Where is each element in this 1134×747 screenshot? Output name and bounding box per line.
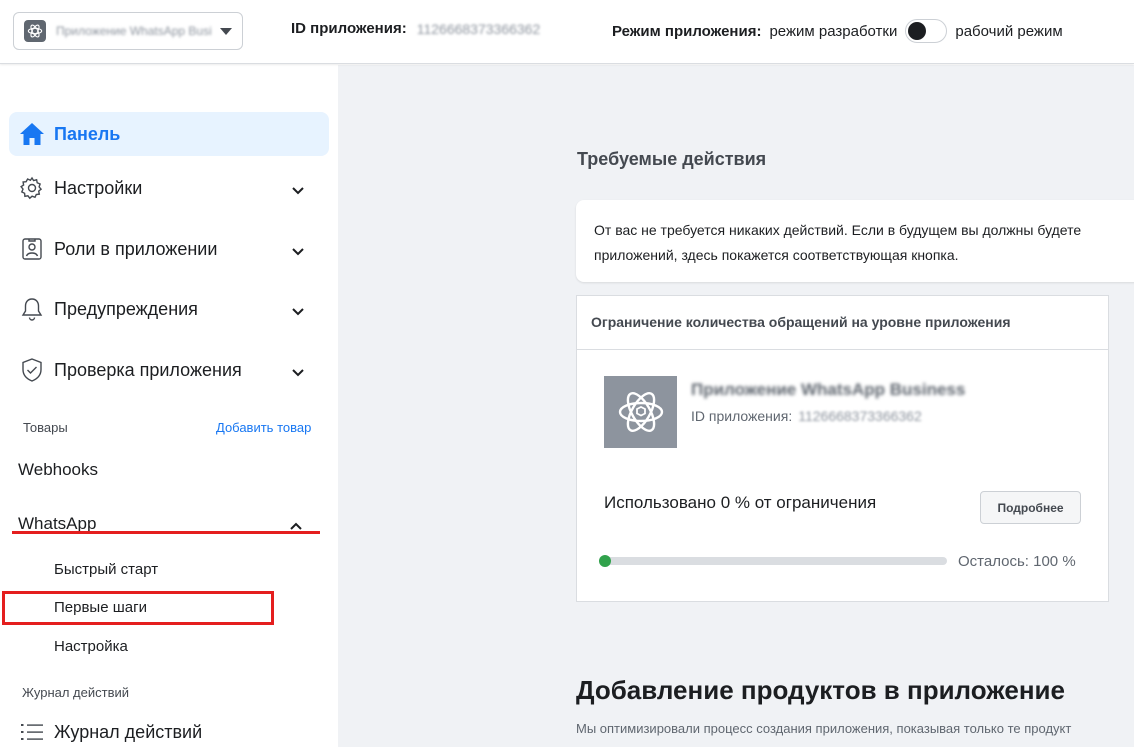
- app-selector[interactable]: Приложение WhatsApp Business: [13, 12, 243, 50]
- activity-section-label: Журнал действий: [22, 685, 130, 700]
- app-id-display: ID приложения: 1126668373366362: [291, 20, 540, 37]
- rate-limit-card: Ограничение количества обращений на уров…: [576, 295, 1109, 602]
- sidebar-item-activity-log[interactable]: Журнал действий: [9, 710, 329, 747]
- chevron-down-icon: [291, 241, 305, 262]
- add-product-link[interactable]: Добавить товар: [216, 420, 311, 435]
- sidebar: Панель Настройки Роли в приложении Преду…: [0, 65, 338, 747]
- caret-down-icon: [220, 27, 232, 35]
- products-section-label: Товары: [23, 420, 68, 435]
- list-icon: [19, 719, 45, 745]
- sidebar-item-webhooks[interactable]: Webhooks: [18, 460, 98, 480]
- add-products-title: Добавление продуктов в приложение: [576, 675, 1065, 705]
- notice-line-2: приложений, здесь покажется соответствую…: [594, 247, 959, 263]
- chevron-down-icon: [291, 180, 305, 201]
- usage-progress-bar: [599, 555, 947, 567]
- person-card-icon: [19, 236, 45, 262]
- toggle-knob: [908, 22, 927, 40]
- annotation-underline: [12, 531, 320, 534]
- mode-toggle[interactable]: [905, 19, 948, 43]
- home-icon: [19, 121, 45, 147]
- sidebar-item-settings[interactable]: Настройки: [9, 166, 329, 210]
- sidebar-subitem-configuration[interactable]: Настройка: [54, 638, 128, 655]
- sidebar-subitem-quick-start[interactable]: Быстрый старт: [54, 561, 158, 578]
- mode-dev-label: режим разработки: [769, 22, 898, 40]
- notice-line-1: От вас не требуется никаких действий. Ес…: [594, 222, 1082, 238]
- rate-limit-header: Ограничение количества обращений на уров…: [577, 296, 1108, 350]
- sidebar-item-label: Роли в приложении: [54, 238, 218, 259]
- card-app-id-label: ID приложения:: [691, 408, 793, 424]
- sidebar-item-label: Панель: [54, 123, 121, 144]
- app-name: Приложение WhatsApp Business: [691, 380, 966, 399]
- sidebar-item-label: Проверка приложения: [54, 359, 242, 380]
- mode-live-label: рабочий режим: [955, 22, 1063, 40]
- chevron-down-icon: [291, 301, 305, 322]
- usage-text: Использовано 0 % от ограничения: [604, 493, 877, 512]
- sidebar-item-label: Журнал действий: [54, 721, 203, 742]
- required-actions-title: Требуемые действия: [577, 149, 767, 169]
- sidebar-item-dashboard[interactable]: Панель: [9, 112, 329, 156]
- sidebar-item-label: Настройки: [54, 177, 143, 198]
- sidebar-item-label: Предупреждения: [54, 298, 198, 319]
- required-actions-notice: От вас не требуется никаких действий. Ес…: [576, 200, 1134, 282]
- app-id-row: ID приложения: 1126668373366362: [691, 408, 922, 424]
- app-id-value: 1126668373366362: [416, 20, 541, 37]
- progress-indicator: [599, 555, 611, 567]
- chevron-down-icon: [291, 362, 305, 383]
- app-mode-label: Режим приложения:: [612, 22, 762, 40]
- sidebar-item-roles[interactable]: Роли в приложении: [9, 227, 329, 271]
- gear-icon: [19, 175, 45, 201]
- bell-icon: [19, 296, 45, 322]
- app-selector-name: Приложение WhatsApp Business: [56, 24, 212, 38]
- card-app-id-value: 1126668373366362: [798, 408, 922, 424]
- app-mode: Режим приложения: режим разработки рабоч…: [612, 19, 1063, 43]
- remaining-text: Осталось: 100 %: [958, 553, 1076, 570]
- main-content: Требуемые действия От вас не требуется н…: [338, 65, 1134, 747]
- annotation-highlight-box: [2, 591, 274, 625]
- add-products-subtitle: Мы оптимизировали процесс создания прило…: [576, 721, 1072, 736]
- app-icon: [24, 20, 46, 42]
- shield-check-icon: [19, 357, 45, 383]
- sidebar-item-alerts[interactable]: Предупреждения: [9, 287, 329, 331]
- app-id-label: ID приложения:: [291, 20, 407, 37]
- top-bar: Приложение WhatsApp Business ID приложен…: [0, 0, 1134, 64]
- sidebar-item-app-review[interactable]: Проверка приложения: [9, 348, 329, 392]
- more-button[interactable]: Подробнее: [980, 491, 1081, 524]
- atom-icon: [604, 376, 677, 448]
